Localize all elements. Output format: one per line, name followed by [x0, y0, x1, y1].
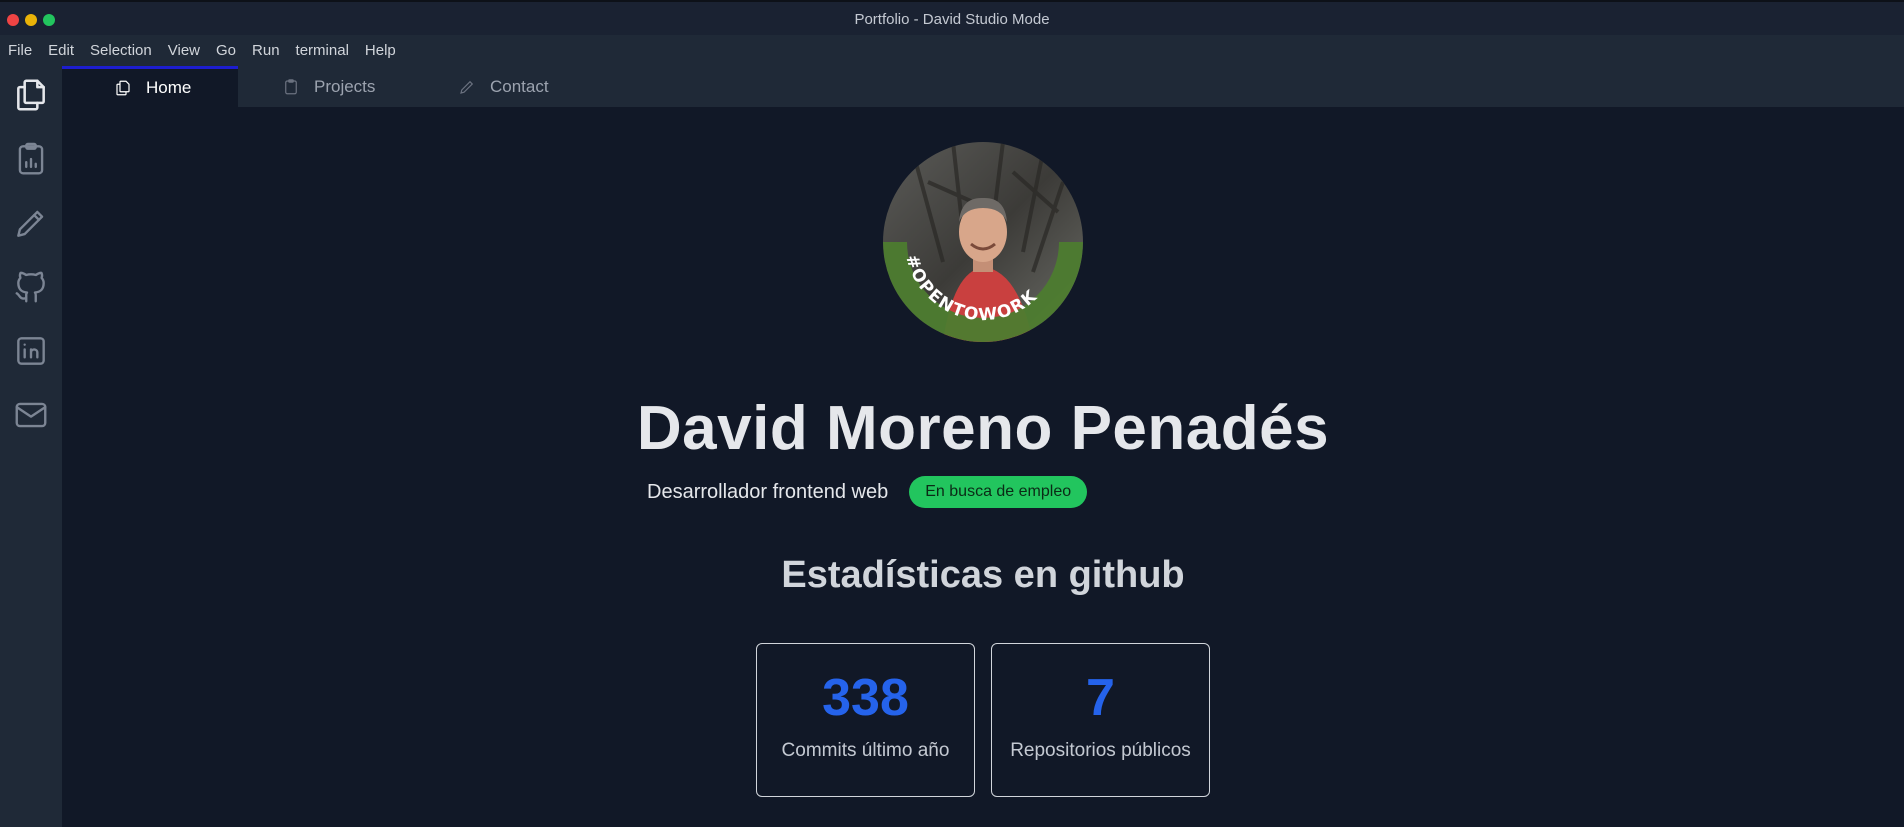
profile-name: David Moreno Penadés: [636, 394, 1330, 463]
stats-title: Estadísticas en github: [781, 554, 1185, 596]
stat-card-commits: 338 Commits último año: [756, 643, 975, 797]
files-icon[interactable]: [12, 76, 50, 114]
linkedin-icon[interactable]: [12, 332, 50, 370]
tab-contact[interactable]: Contact: [412, 66, 592, 107]
pencil-icon: [460, 80, 474, 94]
menu-run[interactable]: Run: [252, 42, 280, 59]
profile-subtitle: Desarrollador frontend web En busca de e…: [647, 476, 1088, 508]
menu-bar: File Edit Selection View Go Run terminal…: [0, 35, 1904, 66]
profile-role: Desarrollador frontend web: [647, 480, 889, 503]
menu-view[interactable]: View: [168, 42, 200, 59]
title-bar: Portfolio - David Studio Mode: [0, 0, 1904, 35]
stat-value: 7: [1086, 669, 1115, 727]
clipboard-icon: [285, 78, 297, 94]
mail-icon[interactable]: [12, 396, 50, 434]
tab-label: Home: [146, 78, 192, 97]
stat-label: Commits último año: [781, 740, 950, 761]
avatar: #OPENTOWORK: [883, 142, 1083, 342]
stat-value: 338: [822, 669, 909, 727]
menu-terminal[interactable]: terminal: [296, 42, 349, 59]
menu-go[interactable]: Go: [216, 42, 236, 59]
stat-label: Repositorios públicos: [1010, 740, 1191, 761]
tab-label: Contact: [490, 76, 549, 96]
status-badge: En busca de empleo: [909, 476, 1088, 508]
home-page: #OPENTOWORK David Moreno Penadés Desarro…: [62, 107, 1904, 827]
github-icon[interactable]: [12, 268, 50, 306]
menu-help[interactable]: Help: [365, 42, 396, 59]
menu-file[interactable]: File: [8, 42, 32, 59]
tab-projects[interactable]: Projects: [238, 66, 412, 107]
stat-card-repositories: 7 Repositorios públicos: [991, 643, 1210, 797]
activity-bar: [0, 66, 62, 827]
window-title: Portfolio - David Studio Mode: [854, 11, 1050, 28]
pencil-icon[interactable]: [12, 204, 50, 242]
clipboard-icon[interactable]: [12, 140, 50, 178]
menu-selection[interactable]: Selection: [90, 42, 152, 59]
files-icon: [116, 80, 130, 96]
tab-bar: Home Projects Contact: [62, 66, 1904, 107]
menu-edit[interactable]: Edit: [48, 42, 74, 59]
tab-label: Projects: [314, 76, 376, 96]
tab-home[interactable]: Home: [62, 66, 238, 107]
